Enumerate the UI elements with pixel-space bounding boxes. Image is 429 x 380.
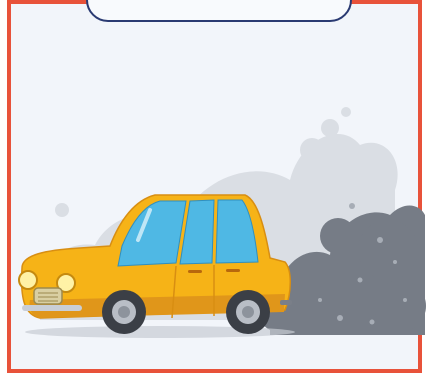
front-wheel [102,290,146,334]
car-windshield [117,200,187,267]
door-handle-rear [226,269,240,272]
exhaust-pipe [280,300,292,305]
illustration-stage [0,0,429,380]
headlight-left [18,270,38,290]
front-grille [33,287,63,305]
door-handle-front [188,270,202,273]
car-exhaust-illustration [18,107,426,338]
rear-wheel [226,290,270,334]
front-bumper [22,305,82,311]
